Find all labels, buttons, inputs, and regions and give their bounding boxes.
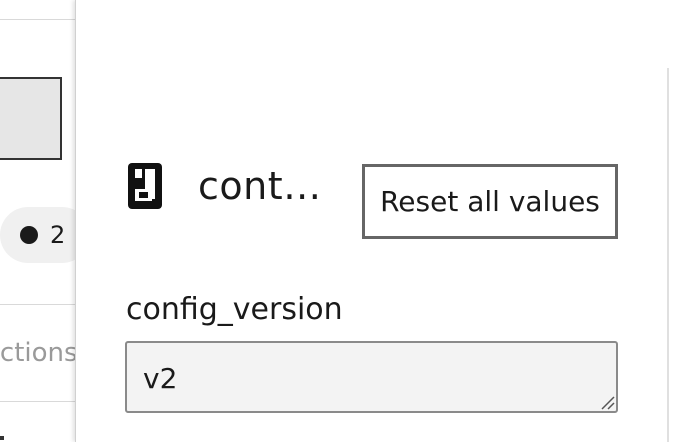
background-cell[interactable] bbox=[0, 77, 60, 160]
resize-handle-icon[interactable] bbox=[599, 394, 615, 410]
screen: 2 actions cont… Reset all values config_… bbox=[0, 0, 686, 442]
actions-label: actions bbox=[0, 338, 78, 368]
drawer-header: cont… bbox=[128, 163, 322, 209]
drawer-edge bbox=[75, 0, 76, 442]
divider bbox=[0, 401, 75, 402]
field-label: config_version bbox=[126, 292, 343, 327]
drawer-title: cont… bbox=[198, 164, 322, 208]
status-dot-icon bbox=[20, 226, 38, 244]
divider bbox=[0, 304, 75, 305]
file-icon bbox=[128, 163, 162, 209]
background-marker bbox=[0, 436, 4, 440]
config-version-input[interactable]: v2 bbox=[125, 341, 618, 413]
drawer-scroll-edge bbox=[667, 68, 669, 442]
background-cell-border bbox=[60, 77, 62, 160]
background-panel: 2 actions bbox=[0, 20, 90, 442]
side-drawer: cont… Reset all values config_version v2 bbox=[75, 0, 686, 442]
reset-all-values-button[interactable]: Reset all values bbox=[362, 164, 618, 239]
status-pill-text: 2 bbox=[50, 221, 66, 249]
